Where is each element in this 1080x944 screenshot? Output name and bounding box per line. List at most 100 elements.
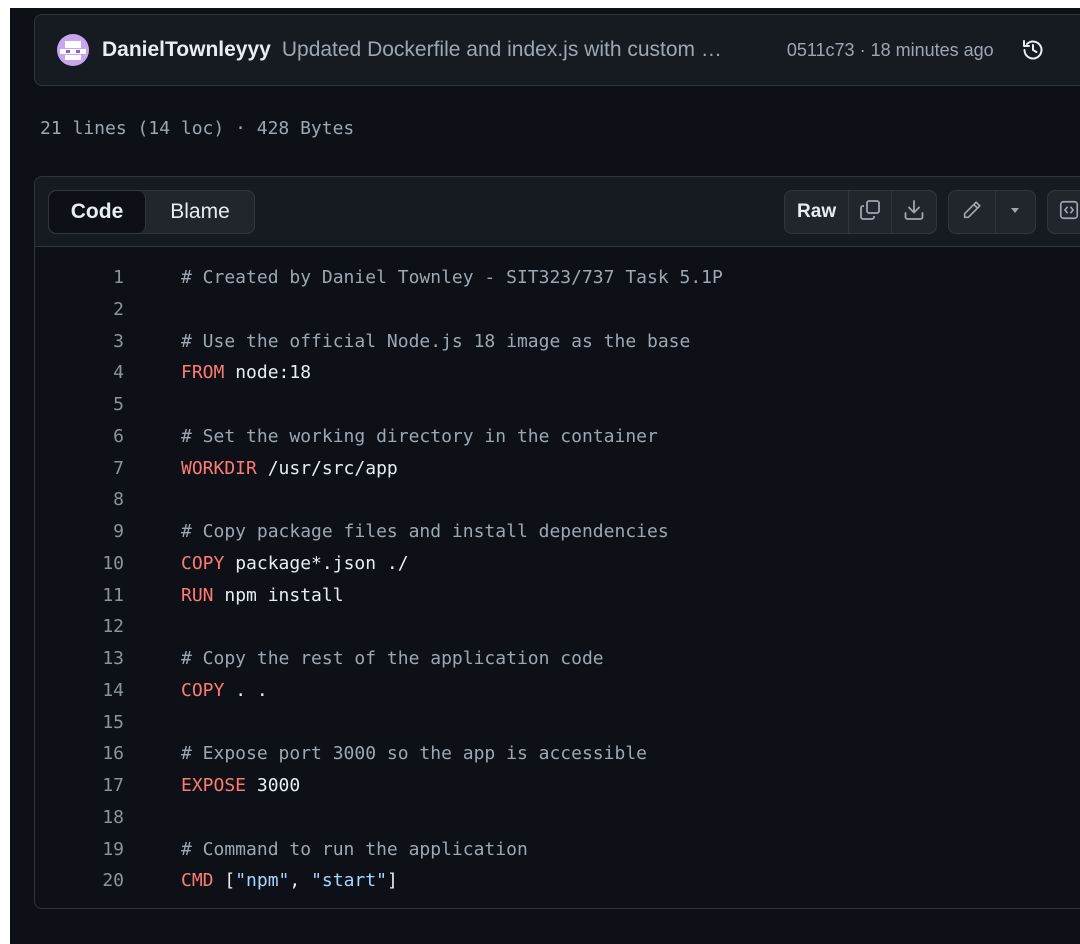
code-token-string: "npm" <box>235 870 290 892</box>
line-content: COPY package*.json ./ <box>124 548 409 580</box>
file-info: 21 lines (14 loc) · 428 Bytes <box>40 118 355 139</box>
line-number[interactable]: 6 <box>35 421 124 453</box>
line-content: RUN npm install <box>124 580 344 612</box>
code-line: 9 # Copy package files and install depend… <box>35 516 1080 548</box>
line-number[interactable]: 1 <box>35 262 124 294</box>
line-number[interactable]: 19 <box>35 834 124 866</box>
code-line: 20 CMD ["npm", "start"] <box>35 865 1080 897</box>
line-number[interactable]: 3 <box>35 326 124 358</box>
raw-copy-download-group: Raw <box>784 190 937 234</box>
line-number[interactable]: 9 <box>35 516 124 548</box>
line-content: COPY . . <box>124 675 268 707</box>
more-edit-options-button[interactable] <box>996 191 1035 233</box>
line-number[interactable]: 4 <box>35 357 124 389</box>
raw-button-label: Raw <box>797 201 837 222</box>
code-token-keyword: WORKDIR <box>181 457 257 479</box>
code-token-text: 3000 <box>246 775 301 796</box>
line-number[interactable]: 18 <box>35 802 124 834</box>
code-view[interactable]: 1 # Created by Daniel Townley - SIT323/73… <box>35 247 1080 908</box>
code-token-string: "start" <box>311 870 387 892</box>
code-token-comment: # Command to run the application <box>181 838 528 860</box>
avatar[interactable] <box>57 34 89 66</box>
code-line: 17 EXPOSE 3000 <box>35 770 1080 802</box>
history-icon[interactable] <box>1020 37 1046 63</box>
line-number[interactable]: 7 <box>35 453 124 485</box>
commit-sha-time[interactable]: 0511c73 · 18 minutes ago <box>787 40 994 61</box>
line-content <box>124 294 181 326</box>
file-content-box: Code Blame Raw 1 # Created by Daniel Tow… <box>34 176 1080 909</box>
code-token-text: node:18 <box>224 362 312 384</box>
code-token-keyword: COPY <box>181 552 225 574</box>
line-content: EXPOSE 3000 <box>124 770 300 802</box>
download-raw-button[interactable] <box>892 191 936 233</box>
view-mode-switch: Code Blame <box>48 190 255 234</box>
code-line: 2 <box>35 294 1080 326</box>
line-number[interactable]: 17 <box>35 770 124 802</box>
line-number[interactable]: 15 <box>35 707 124 739</box>
code-token-comment: # Copy the rest of the application code <box>181 648 604 669</box>
symbols-panel-button[interactable] <box>1048 191 1080 233</box>
line-number[interactable]: 20 <box>35 865 124 897</box>
code-token-text: [ <box>213 870 236 892</box>
line-content <box>124 707 181 739</box>
code-square-icon <box>1058 199 1080 226</box>
line-content <box>124 802 181 834</box>
code-line: 1 # Created by Daniel Townley - SIT323/73… <box>35 262 1080 294</box>
code-token-comment: # Expose port 3000 so the app is accessi… <box>181 743 647 765</box>
raw-button[interactable]: Raw <box>785 191 850 233</box>
code-line: 11 RUN npm install <box>35 580 1080 612</box>
edit-group <box>948 190 1036 234</box>
line-content: # Copy package files and install depende… <box>124 516 669 548</box>
copy-icon <box>858 198 882 227</box>
code-token-keyword: COPY <box>181 679 225 701</box>
line-content: # Expose port 3000 so the app is accessi… <box>124 738 647 770</box>
line-content <box>124 611 181 643</box>
code-token-comment: # Copy package files and install depende… <box>181 521 669 542</box>
code-token-text: package*.json ./ <box>224 552 409 574</box>
line-number[interactable]: 13 <box>35 643 124 675</box>
code-token-keyword: CMD <box>181 870 214 892</box>
line-number[interactable]: 5 <box>35 389 124 421</box>
code-token-keyword: EXPOSE <box>181 775 247 796</box>
line-number[interactable]: 2 <box>35 294 124 326</box>
code-token-text: , <box>289 870 312 892</box>
line-content: CMD ["npm", "start"] <box>124 865 398 897</box>
code-line: 10 COPY package*.json ./ <box>35 548 1080 580</box>
line-content: # Created by Daniel Townley - SIT323/737… <box>124 262 723 294</box>
code-token-comment: # Use the official Node.js 18 image as t… <box>181 330 691 352</box>
code-line: 15 <box>35 707 1080 739</box>
line-content <box>124 484 181 516</box>
code-line: 13 # Copy the rest of the application cod… <box>35 643 1080 675</box>
line-number[interactable]: 14 <box>35 675 124 707</box>
line-content: # Command to run the application <box>124 834 528 866</box>
line-number[interactable]: 16 <box>35 738 124 770</box>
line-number[interactable]: 8 <box>35 484 124 516</box>
tab-blame[interactable]: Blame <box>146 191 254 233</box>
line-number[interactable]: 12 <box>35 611 124 643</box>
pencil-icon <box>961 199 983 226</box>
code-line: 12 <box>35 611 1080 643</box>
code-token-text: npm install <box>213 584 344 606</box>
code-line: 18 <box>35 802 1080 834</box>
code-line: 16 # Expose port 3000 so the app is acces… <box>35 738 1080 770</box>
file-viewer-page: DanielTownleyyy Updated Dockerfile and i… <box>10 8 1080 944</box>
code-lines: 1 # Created by Daniel Townley - SIT323/73… <box>35 262 1080 897</box>
code-token-text: . . <box>224 679 268 701</box>
code-token-keyword: RUN <box>181 584 214 606</box>
code-token-text: ] <box>386 870 398 892</box>
commit-message-link[interactable]: Updated Dockerfile and index.js with cus… <box>282 38 767 62</box>
code-line: 19 # Command to run the application <box>35 834 1080 866</box>
commit-author-link[interactable]: DanielTownleyyy <box>102 38 271 62</box>
download-icon <box>902 198 926 227</box>
line-number[interactable]: 10 <box>35 548 124 580</box>
edit-file-button[interactable] <box>949 191 996 233</box>
code-token-keyword: FROM <box>181 362 225 384</box>
code-line: 5 <box>35 389 1080 421</box>
copy-raw-button[interactable] <box>849 191 892 233</box>
code-line: 8 <box>35 484 1080 516</box>
code-token-comment: # Created by Daniel Townley - SIT323/737… <box>181 267 723 288</box>
line-number[interactable]: 11 <box>35 580 124 612</box>
tab-code[interactable]: Code <box>49 191 146 233</box>
file-header-toolbar: Code Blame Raw <box>35 177 1080 247</box>
code-line: 4 FROM node:18 <box>35 357 1080 389</box>
